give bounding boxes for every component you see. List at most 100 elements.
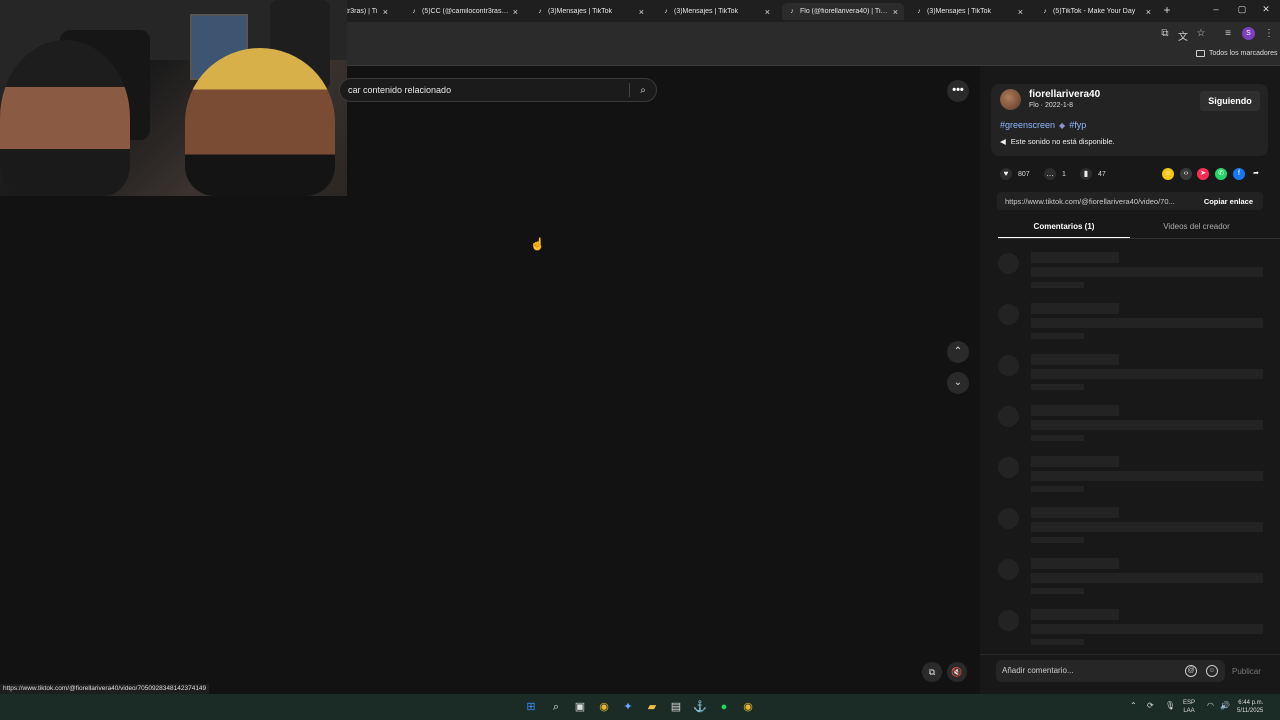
tab-comments[interactable]: Comentarios (1) xyxy=(998,219,1130,239)
publish-button[interactable]: Publicar xyxy=(1232,667,1261,676)
skeleton-avatar xyxy=(998,559,1019,580)
system-clock[interactable]: 6:44 p.m. 5/11/2025 xyxy=(1237,699,1263,715)
browser-menu-icon[interactable]: ⋮ xyxy=(1262,28,1276,39)
facebook-icon[interactable]: f xyxy=(1233,168,1245,180)
hashtag-link[interactable]: #fyp xyxy=(1069,120,1086,130)
tiktok-icon: ♪ xyxy=(917,8,921,15)
tray-overflow-icon[interactable]: ⌃ xyxy=(1130,701,1137,710)
minimize-icon[interactable]: – xyxy=(1209,4,1223,14)
skeleton-line xyxy=(1031,318,1263,328)
tab-close-icon[interactable]: × xyxy=(765,7,770,17)
embed-code-icon[interactable]: ‹› xyxy=(1180,168,1192,180)
tab-close-icon[interactable]: × xyxy=(893,7,898,17)
clock-date: 5/11/2025 xyxy=(1237,708,1264,714)
new-tab-button[interactable]: + xyxy=(1160,3,1174,17)
keyboard-language[interactable]: ESP LAA xyxy=(1183,699,1195,715)
following-button[interactable]: Siguiendo xyxy=(1200,91,1260,111)
windows-taskbar xyxy=(0,694,1280,720)
diamond-emoji-icon: ◆ xyxy=(1059,120,1066,130)
skeleton-avatar xyxy=(998,304,1019,325)
skeleton-line xyxy=(1031,486,1084,492)
translate-icon[interactable]: 文 xyxy=(1176,28,1190,43)
store-icon[interactable]: ▤ xyxy=(669,700,683,714)
spotify-icon[interactable]: ● xyxy=(717,700,731,714)
task-view-icon[interactable]: ▣ xyxy=(573,700,587,714)
tab-creator-videos[interactable]: Videos del creador xyxy=(1130,219,1263,239)
skeleton-line xyxy=(1031,405,1119,416)
tab-title: (3)Mensajes | TikTok xyxy=(927,8,992,15)
skeleton-line xyxy=(1031,522,1263,532)
volume-icon[interactable]: 🔊 xyxy=(1220,701,1230,710)
tab-close-icon[interactable]: × xyxy=(1146,7,1151,17)
comment-button[interactable]: … 1 xyxy=(1044,168,1066,180)
tab-title: (3)Mensajes | TikTok xyxy=(674,8,739,15)
tab-title: Flo (@fiorellarivera40) | TikTok xyxy=(800,8,889,15)
related-search-box[interactable]: car contenido relacionado ⌕ xyxy=(339,78,657,102)
copilot-icon[interactable]: ✦ xyxy=(621,700,635,714)
tab-close-icon[interactable]: × xyxy=(639,7,644,17)
skeleton-line xyxy=(1031,588,1084,594)
extensions-icon[interactable]: ≡ xyxy=(1221,28,1235,39)
status-bar-url: https://www.tiktok.com/@fiorellarivera40… xyxy=(0,684,210,694)
volume-muted-icon: 🔇 xyxy=(951,667,963,677)
hashtag-link[interactable]: #greenscreen xyxy=(1000,120,1055,130)
video-url[interactable]: https://www.tiktok.com/@fiorellarivera40… xyxy=(997,197,1194,206)
file-explorer-icon[interactable]: ▰ xyxy=(645,700,659,714)
skeleton-line xyxy=(1031,639,1084,645)
send-to-friends-icon[interactable]: ➤ xyxy=(1197,168,1209,180)
sound-unavailable-text: Este sonido no está disponible. xyxy=(1010,137,1115,146)
browser-tab[interactable]: tr3ras) | Ti × xyxy=(340,3,394,20)
copy-link-button[interactable]: Copiar enlace xyxy=(1194,197,1263,206)
skeleton-line xyxy=(1031,354,1119,365)
creator-username[interactable]: fiorellarivera40 xyxy=(1029,89,1100,100)
skeleton-line xyxy=(1031,282,1084,288)
browser-tab[interactable]: ♪ (3)Mensajes | TikTok × xyxy=(530,3,650,20)
windows-start-icon[interactable]: ⊞ xyxy=(524,700,538,714)
tab-title: (5)CC (@camilocontr3ras) | Ti xyxy=(422,8,509,15)
microphone-icon[interactable]: 🎙 xyxy=(1165,701,1175,710)
search-icon[interactable]: ⌕ xyxy=(549,700,563,714)
browser-tab[interactable]: ♪ (5)CC (@camilocontr3ras) | Ti × xyxy=(404,3,524,20)
chrome-icon[interactable]: ◉ xyxy=(597,700,611,714)
creator-avatar[interactable] xyxy=(1000,89,1021,110)
tab-close-icon[interactable]: × xyxy=(383,7,388,17)
tray-sync-icon[interactable]: ⟳ xyxy=(1147,701,1154,710)
previous-video-button[interactable]: ⌃ xyxy=(947,341,969,363)
tab-close-icon[interactable]: × xyxy=(513,7,518,17)
next-video-button[interactable]: ⌄ xyxy=(947,372,969,394)
share-arrow-icon[interactable]: ➦ xyxy=(1250,168,1262,180)
browser-tab[interactable]: ♪ (3)Mensajes | TikTok × xyxy=(656,3,776,20)
more-options-button[interactable]: ••• xyxy=(947,80,969,102)
skeleton-avatar xyxy=(998,610,1019,631)
bookmark-star-icon[interactable]: ☆ xyxy=(1194,28,1208,39)
chrome-active-icon[interactable]: ◉ xyxy=(741,700,755,714)
cast-icon[interactable]: ⧉ xyxy=(1158,28,1172,39)
layout-code: LAA xyxy=(1183,708,1195,714)
wifi-icon[interactable]: ◠ xyxy=(1207,701,1214,710)
floating-player-button[interactable]: ⧉ xyxy=(922,662,942,682)
browser-tab[interactable]: ♪ (5)TikTok - Make Your Day × xyxy=(1035,3,1157,20)
sound-info: ◀ Este sonido no está disponible. xyxy=(1000,137,1115,146)
browser-tab-active[interactable]: ♪ Flo (@fiorellarivera40) | TikTok × xyxy=(782,3,904,20)
mention-icon[interactable]: @ xyxy=(1185,665,1197,677)
skeleton-line xyxy=(1031,507,1119,518)
related-search-input[interactable]: car contenido relacionado xyxy=(340,85,629,95)
save-button[interactable]: ▮ 47 xyxy=(1080,168,1106,180)
tab-close-icon[interactable]: × xyxy=(1018,7,1023,17)
tiktok-icon: ♪ xyxy=(664,8,668,15)
streamer-left xyxy=(0,40,130,196)
close-window-icon[interactable]: ✕ xyxy=(1259,4,1273,15)
mute-button[interactable]: 🔇 xyxy=(947,662,967,682)
tab-title: (3)Mensajes | TikTok xyxy=(548,8,613,15)
emoji-icon[interactable]: ☺ xyxy=(1206,665,1218,677)
app-icon[interactable]: ⚓ xyxy=(693,700,707,714)
whatsapp-icon[interactable]: ✆ xyxy=(1215,168,1227,180)
maximize-icon[interactable]: ▢ xyxy=(1235,4,1249,15)
like-button[interactable]: ♥ 807 xyxy=(1000,168,1030,180)
repost-icon[interactable]: ☺ xyxy=(1162,168,1174,180)
search-icon[interactable]: ⌕ xyxy=(630,85,656,96)
webcam-overlay xyxy=(0,0,347,196)
all-bookmarks-button[interactable]: Todos los marcadores xyxy=(1196,50,1277,57)
profile-avatar[interactable]: S xyxy=(1242,27,1255,40)
browser-tab[interactable]: ♪ (3)Mensajes | TikTok × xyxy=(909,3,1029,20)
